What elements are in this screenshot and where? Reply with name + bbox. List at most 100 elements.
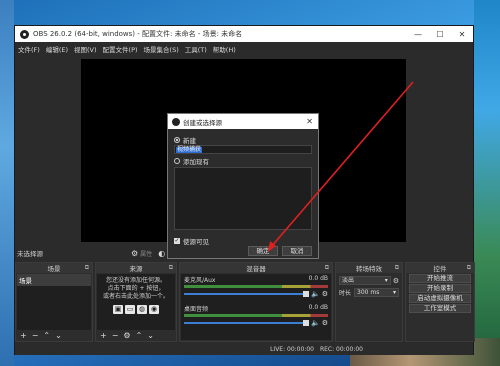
channel-name: 桌面音频: [184, 306, 209, 313]
controls-dock: 控件 ⧉ 开始推流 开始录制 启动虚拟摄像机 工作室模式: [405, 262, 475, 342]
create-source-dialog: 创建或选择源 ✕ 新建 视频捕获 添加现有 ✓ 使源可见 确定 取消: [167, 113, 319, 259]
globe-icon: ◍: [137, 305, 147, 314]
scenes-dock-footer: + − ⌃ ⌄: [17, 330, 91, 341]
move-down-icon[interactable]: ⌄: [147, 331, 154, 340]
gear-icon[interactable]: ⚙: [322, 290, 328, 298]
menu-file[interactable]: 文件(F): [18, 44, 40, 54]
radio-button[interactable]: [174, 157, 180, 164]
monitor-icon: ▭: [125, 305, 135, 314]
start-recording-button[interactable]: 开始录制: [409, 284, 471, 293]
channel-level: 0.0 dB: [308, 275, 328, 282]
volume-slider[interactable]: [184, 291, 309, 297]
menu-view[interactable]: 视图(V): [74, 44, 97, 54]
filter-icon[interactable]: ◐: [158, 249, 165, 258]
menu-tools[interactable]: 工具(T): [185, 44, 207, 54]
slider-handle[interactable]: [303, 320, 309, 326]
mixer-dock: 混音器 ⧉ 麦克风/Aux 0.0 dB 🔈 ⚙ 桌面音频 0.0 dB 🔈 ⚙: [179, 262, 333, 342]
transitions-dock: 转场特效 ⧉ 淡出 ⚙ 时长 300 ms: [335, 262, 403, 342]
sources-dock: 来源 ⧉ 您还没有添加任何源。 点击下面的 + 按钮， 或者右击此处添加一个。 …: [95, 262, 177, 342]
sources-dock-header: 来源 ⧉: [96, 263, 176, 273]
dock-float-icon[interactable]: ⧉: [169, 264, 173, 272]
start-virtual-camera-button[interactable]: 启动虚拟摄像机: [409, 294, 471, 303]
slider-handle[interactable]: [303, 291, 309, 297]
menu-profile[interactable]: 配置文件(P): [103, 44, 138, 54]
no-source-label: 未选择源: [17, 250, 43, 258]
create-new-option[interactable]: 新建: [174, 135, 312, 145]
mixer-channel-mic: 麦克风/Aux 0.0 dB 🔈 ⚙: [181, 274, 331, 299]
maximize-button[interactable]: ☐: [429, 26, 451, 42]
dock-float-icon[interactable]: ⧉: [467, 264, 471, 272]
list-item[interactable]: 场景: [17, 274, 91, 286]
menu-scene-collection[interactable]: 场景集合(S): [144, 44, 179, 54]
add-existing-option[interactable]: 添加现有: [174, 156, 312, 166]
add-icon[interactable]: +: [20, 331, 27, 340]
volume-slider[interactable]: [184, 320, 309, 326]
image-icon: ▣: [113, 305, 123, 314]
dock-float-icon[interactable]: ⧉: [325, 264, 329, 272]
scenes-dock-header: 场景 ⧉: [16, 263, 92, 273]
title-bar[interactable]: OBS 26.0.2 (64-bit, windows) - 配置文件: 未命名…: [15, 26, 473, 42]
studio-mode-button[interactable]: 工作室模式: [409, 304, 471, 313]
speaker-icon[interactable]: 🔈: [311, 319, 320, 327]
minimize-button[interactable]: —: [407, 26, 429, 42]
move-down-icon[interactable]: ⌄: [55, 331, 62, 340]
mixer-dock-header: 混音器 ⧉: [180, 263, 332, 273]
controls-dock-title: 控件: [433, 265, 447, 273]
obs-logo-icon: [20, 29, 29, 39]
transition-select[interactable]: 淡出: [339, 276, 391, 285]
make-visible-checkbox[interactable]: ✓ 使源可见: [174, 236, 312, 246]
desktop-wallpaper-left: [0, 0, 14, 366]
close-button[interactable]: ✕: [451, 26, 473, 42]
menu-edit[interactable]: 编辑(E): [46, 44, 68, 54]
transitions-dock-title: 转场特效: [356, 265, 382, 273]
properties-button[interactable]: 属性: [140, 249, 152, 258]
mixer-dock-title: 混音器: [246, 265, 266, 273]
scenes-dock: 场景 ⧉ 场景 + − ⌃ ⌄: [15, 262, 93, 342]
start-streaming-button[interactable]: 开始推流: [409, 274, 471, 283]
radio-button[interactable]: [174, 136, 180, 143]
menu-help[interactable]: 帮助(H): [213, 44, 236, 54]
mixer-channel-desktop: 桌面音频 0.0 dB 🔈 ⚙: [181, 303, 331, 328]
cancel-button[interactable]: 取消: [282, 246, 312, 256]
dialog-title: 创建或选择源: [183, 118, 222, 127]
transitions-dock-header: 转场特效 ⧉: [336, 263, 402, 273]
source-name-input[interactable]: 视频捕获: [174, 145, 312, 154]
camera-icon: ◉: [149, 305, 159, 314]
window-title: OBS 26.0.2 (64-bit, windows) - 配置文件: 未命名…: [33, 30, 243, 38]
sources-dock-footer: + − ⚙ ⌃ ⌄: [97, 330, 175, 341]
volume-meter: [184, 285, 328, 288]
duration-label: 时长: [339, 290, 352, 297]
rec-status: REC: 00:00:00: [319, 345, 363, 353]
existing-sources-list[interactable]: [174, 167, 312, 230]
close-icon[interactable]: ✕: [306, 117, 313, 126]
move-up-icon[interactable]: ⌃: [43, 331, 50, 340]
selected-text: 视频捕获: [176, 146, 203, 153]
mixer-channels: 麦克风/Aux 0.0 dB 🔈 ⚙ 桌面音频 0.0 dB 🔈 ⚙: [181, 274, 331, 340]
add-icon[interactable]: +: [100, 331, 107, 340]
menu-bar: 文件(F) 编辑(E) 视图(V) 配置文件(P) 场景集合(S) 工具(T) …: [15, 42, 473, 55]
channel-level: 0.0 dB: [308, 304, 328, 311]
dock-float-icon[interactable]: ⧉: [85, 264, 89, 272]
dock-float-icon[interactable]: ⧉: [395, 264, 399, 272]
controls-dock-header: 控件 ⧉: [406, 263, 474, 273]
remove-icon[interactable]: −: [32, 331, 39, 340]
sources-list[interactable]: 您还没有添加任何源。 点击下面的 + 按钮， 或者右击此处添加一个。 ▣ ▭ ◍…: [97, 274, 175, 330]
remove-icon[interactable]: −: [112, 331, 119, 340]
gear-icon[interactable]: ⚙: [131, 249, 138, 258]
sources-empty-message: 您还没有添加任何源。 点击下面的 + 按钮， 或者右击此处添加一个。: [102, 277, 169, 300]
ok-button[interactable]: 确定: [248, 246, 278, 256]
move-up-icon[interactable]: ⌃: [136, 331, 143, 340]
source-type-icons: ▣ ▭ ◍ ◉: [97, 305, 175, 314]
checkbox[interactable]: ✓: [174, 238, 180, 244]
desktop-wallpaper-right: [474, 0, 500, 366]
live-status: LIVE: 00:00:00: [270, 345, 314, 353]
dialog-title-bar[interactable]: 创建或选择源 ✕: [168, 114, 318, 129]
gear-icon[interactable]: ⚙: [322, 319, 328, 327]
scenes-list[interactable]: 场景: [17, 274, 91, 330]
duration-input[interactable]: 300 ms: [354, 288, 399, 297]
gear-icon[interactable]: ⚙: [123, 331, 130, 340]
channel-name: 麦克风/Aux: [184, 277, 216, 284]
status-bar: LIVE: 00:00:00 REC: 00:00:00: [15, 343, 473, 355]
speaker-icon[interactable]: 🔈: [311, 290, 320, 298]
gear-icon[interactable]: ⚙: [393, 277, 399, 285]
